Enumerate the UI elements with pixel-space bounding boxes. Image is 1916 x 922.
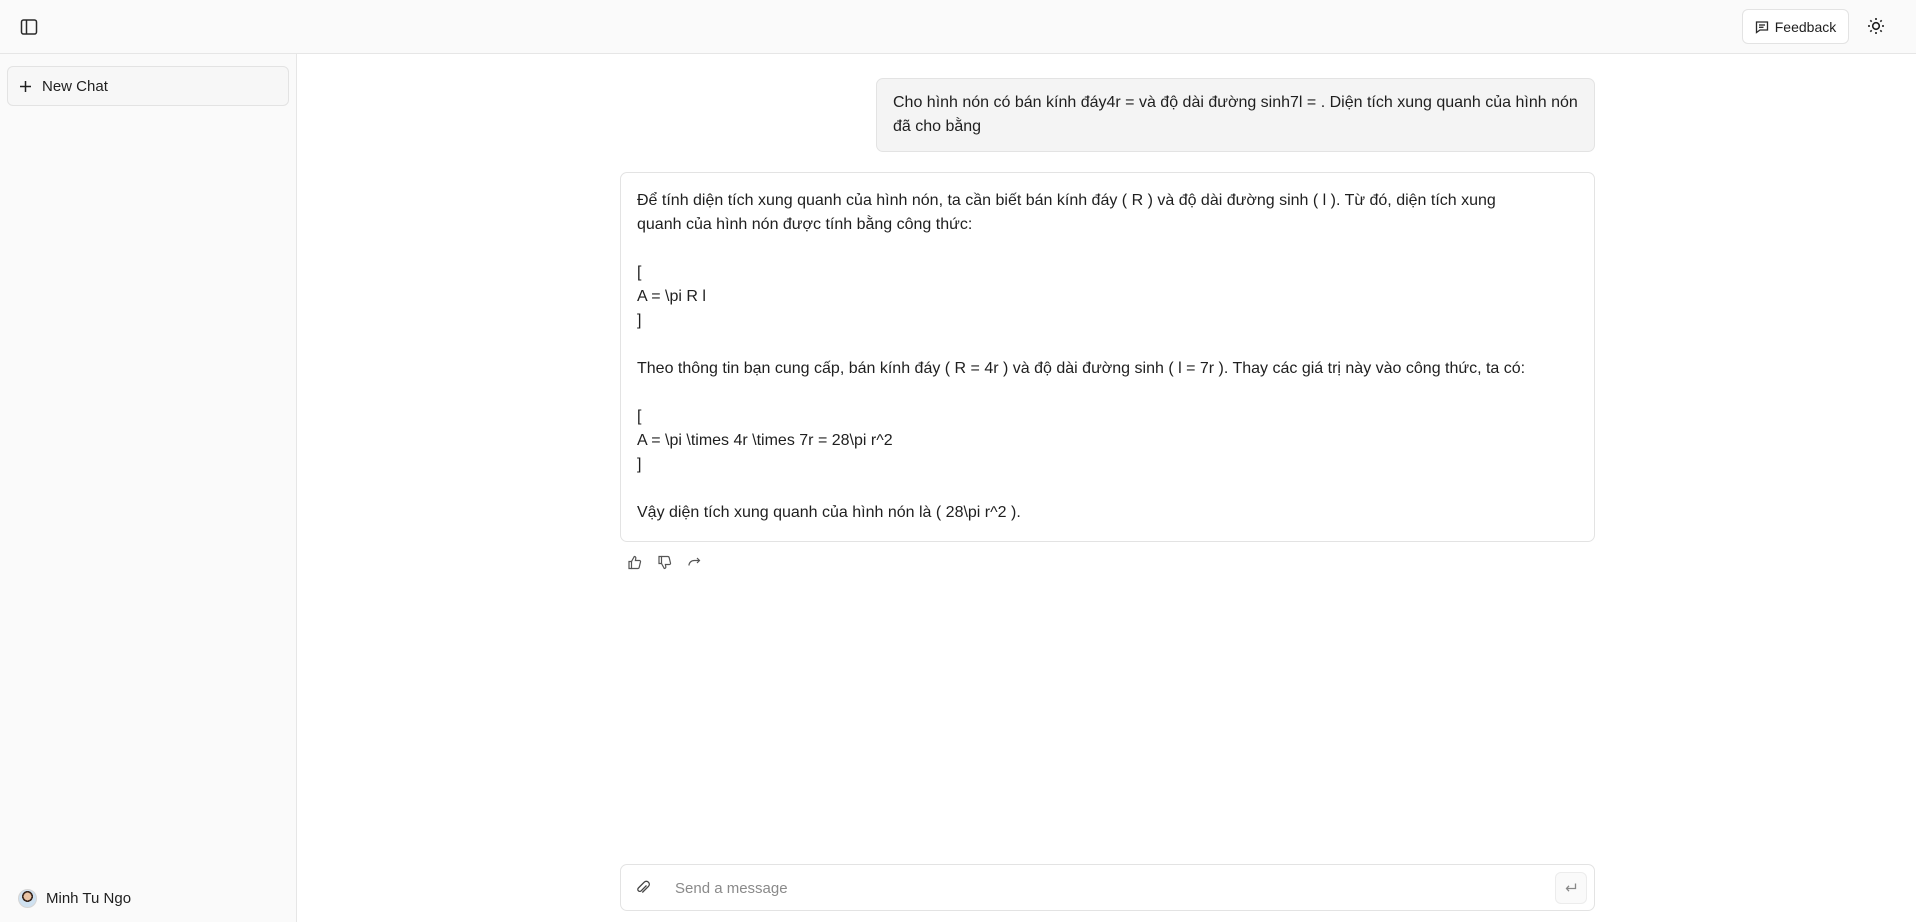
plus-icon bbox=[20, 80, 31, 92]
enter-return-icon bbox=[1565, 883, 1577, 892]
assistant-message-line: A = \pi R l bbox=[637, 288, 706, 305]
sun-icon bbox=[1868, 18, 1884, 34]
assistant-message-line: A = \pi \times 4r \times 7r = 28\pi r^2 bbox=[637, 432, 893, 449]
assistant-message-line: quanh của hình nón được tính bằng công t… bbox=[637, 216, 973, 233]
assistant-message-line: Vậy diện tích xung quanh của hình nón là… bbox=[637, 504, 1021, 521]
sidebar: New Chat Minh Tu Ngo bbox=[0, 54, 297, 922]
thumbs-down-button[interactable] bbox=[654, 552, 674, 572]
sidebar-panel-icon bbox=[20, 19, 38, 35]
assistant-message-line bbox=[637, 333, 1578, 357]
send-button[interactable] bbox=[1555, 872, 1587, 904]
attach-button[interactable] bbox=[631, 876, 655, 900]
feedback-button[interactable]: Feedback bbox=[1742, 9, 1849, 44]
user-name: Minh Tu Ngo bbox=[46, 889, 132, 907]
assistant-message-line: Để tính diện tích xung quanh của hình nó… bbox=[637, 192, 1496, 209]
assistant-message-line bbox=[637, 381, 1578, 405]
assistant-message-line: Theo thông tin bạn cung cấp, bán kính đá… bbox=[637, 360, 1526, 377]
redo-icon bbox=[687, 557, 700, 566]
sidebar-toggle-button[interactable] bbox=[16, 14, 42, 40]
thumbs-down-icon bbox=[657, 555, 671, 569]
feedback-label: Feedback bbox=[1774, 18, 1837, 35]
assistant-message-line: ] bbox=[637, 456, 642, 473]
chat-app: Feedback New Chat Minh Tu Ngo Cho hình n… bbox=[0, 0, 1916, 922]
message-composer bbox=[620, 864, 1595, 911]
user-message-text: Cho hình nón có bán kính đáy4r = và độ d… bbox=[893, 94, 1578, 135]
regenerate-button[interactable] bbox=[684, 552, 704, 572]
assistant-message-bubble: Để tính diện tích xung quanh của hình nó… bbox=[620, 172, 1595, 542]
avatar bbox=[18, 888, 37, 908]
assistant-message-line: [ bbox=[637, 264, 642, 281]
theme-toggle-button[interactable] bbox=[1862, 12, 1890, 40]
message-input[interactable] bbox=[675, 873, 1515, 903]
message-square-icon bbox=[1755, 20, 1768, 34]
user-profile[interactable]: Minh Tu Ngo bbox=[18, 883, 131, 913]
thumbs-up-button[interactable] bbox=[624, 552, 644, 572]
paperclip-icon bbox=[637, 880, 650, 893]
thumbs-up-icon bbox=[627, 555, 641, 569]
new-chat-label: New Chat bbox=[42, 77, 108, 95]
assistant-message-line bbox=[637, 477, 1578, 501]
user-message-bubble: Cho hình nón có bán kính đáy4r = và độ d… bbox=[876, 78, 1595, 152]
new-chat-button[interactable]: New Chat bbox=[7, 66, 289, 106]
top-bar: Feedback bbox=[0, 0, 1916, 54]
assistant-message-line bbox=[637, 237, 1578, 261]
assistant-message-line: [ bbox=[637, 408, 642, 425]
assistant-message-line: ] bbox=[637, 312, 642, 329]
message-actions bbox=[624, 551, 704, 573]
